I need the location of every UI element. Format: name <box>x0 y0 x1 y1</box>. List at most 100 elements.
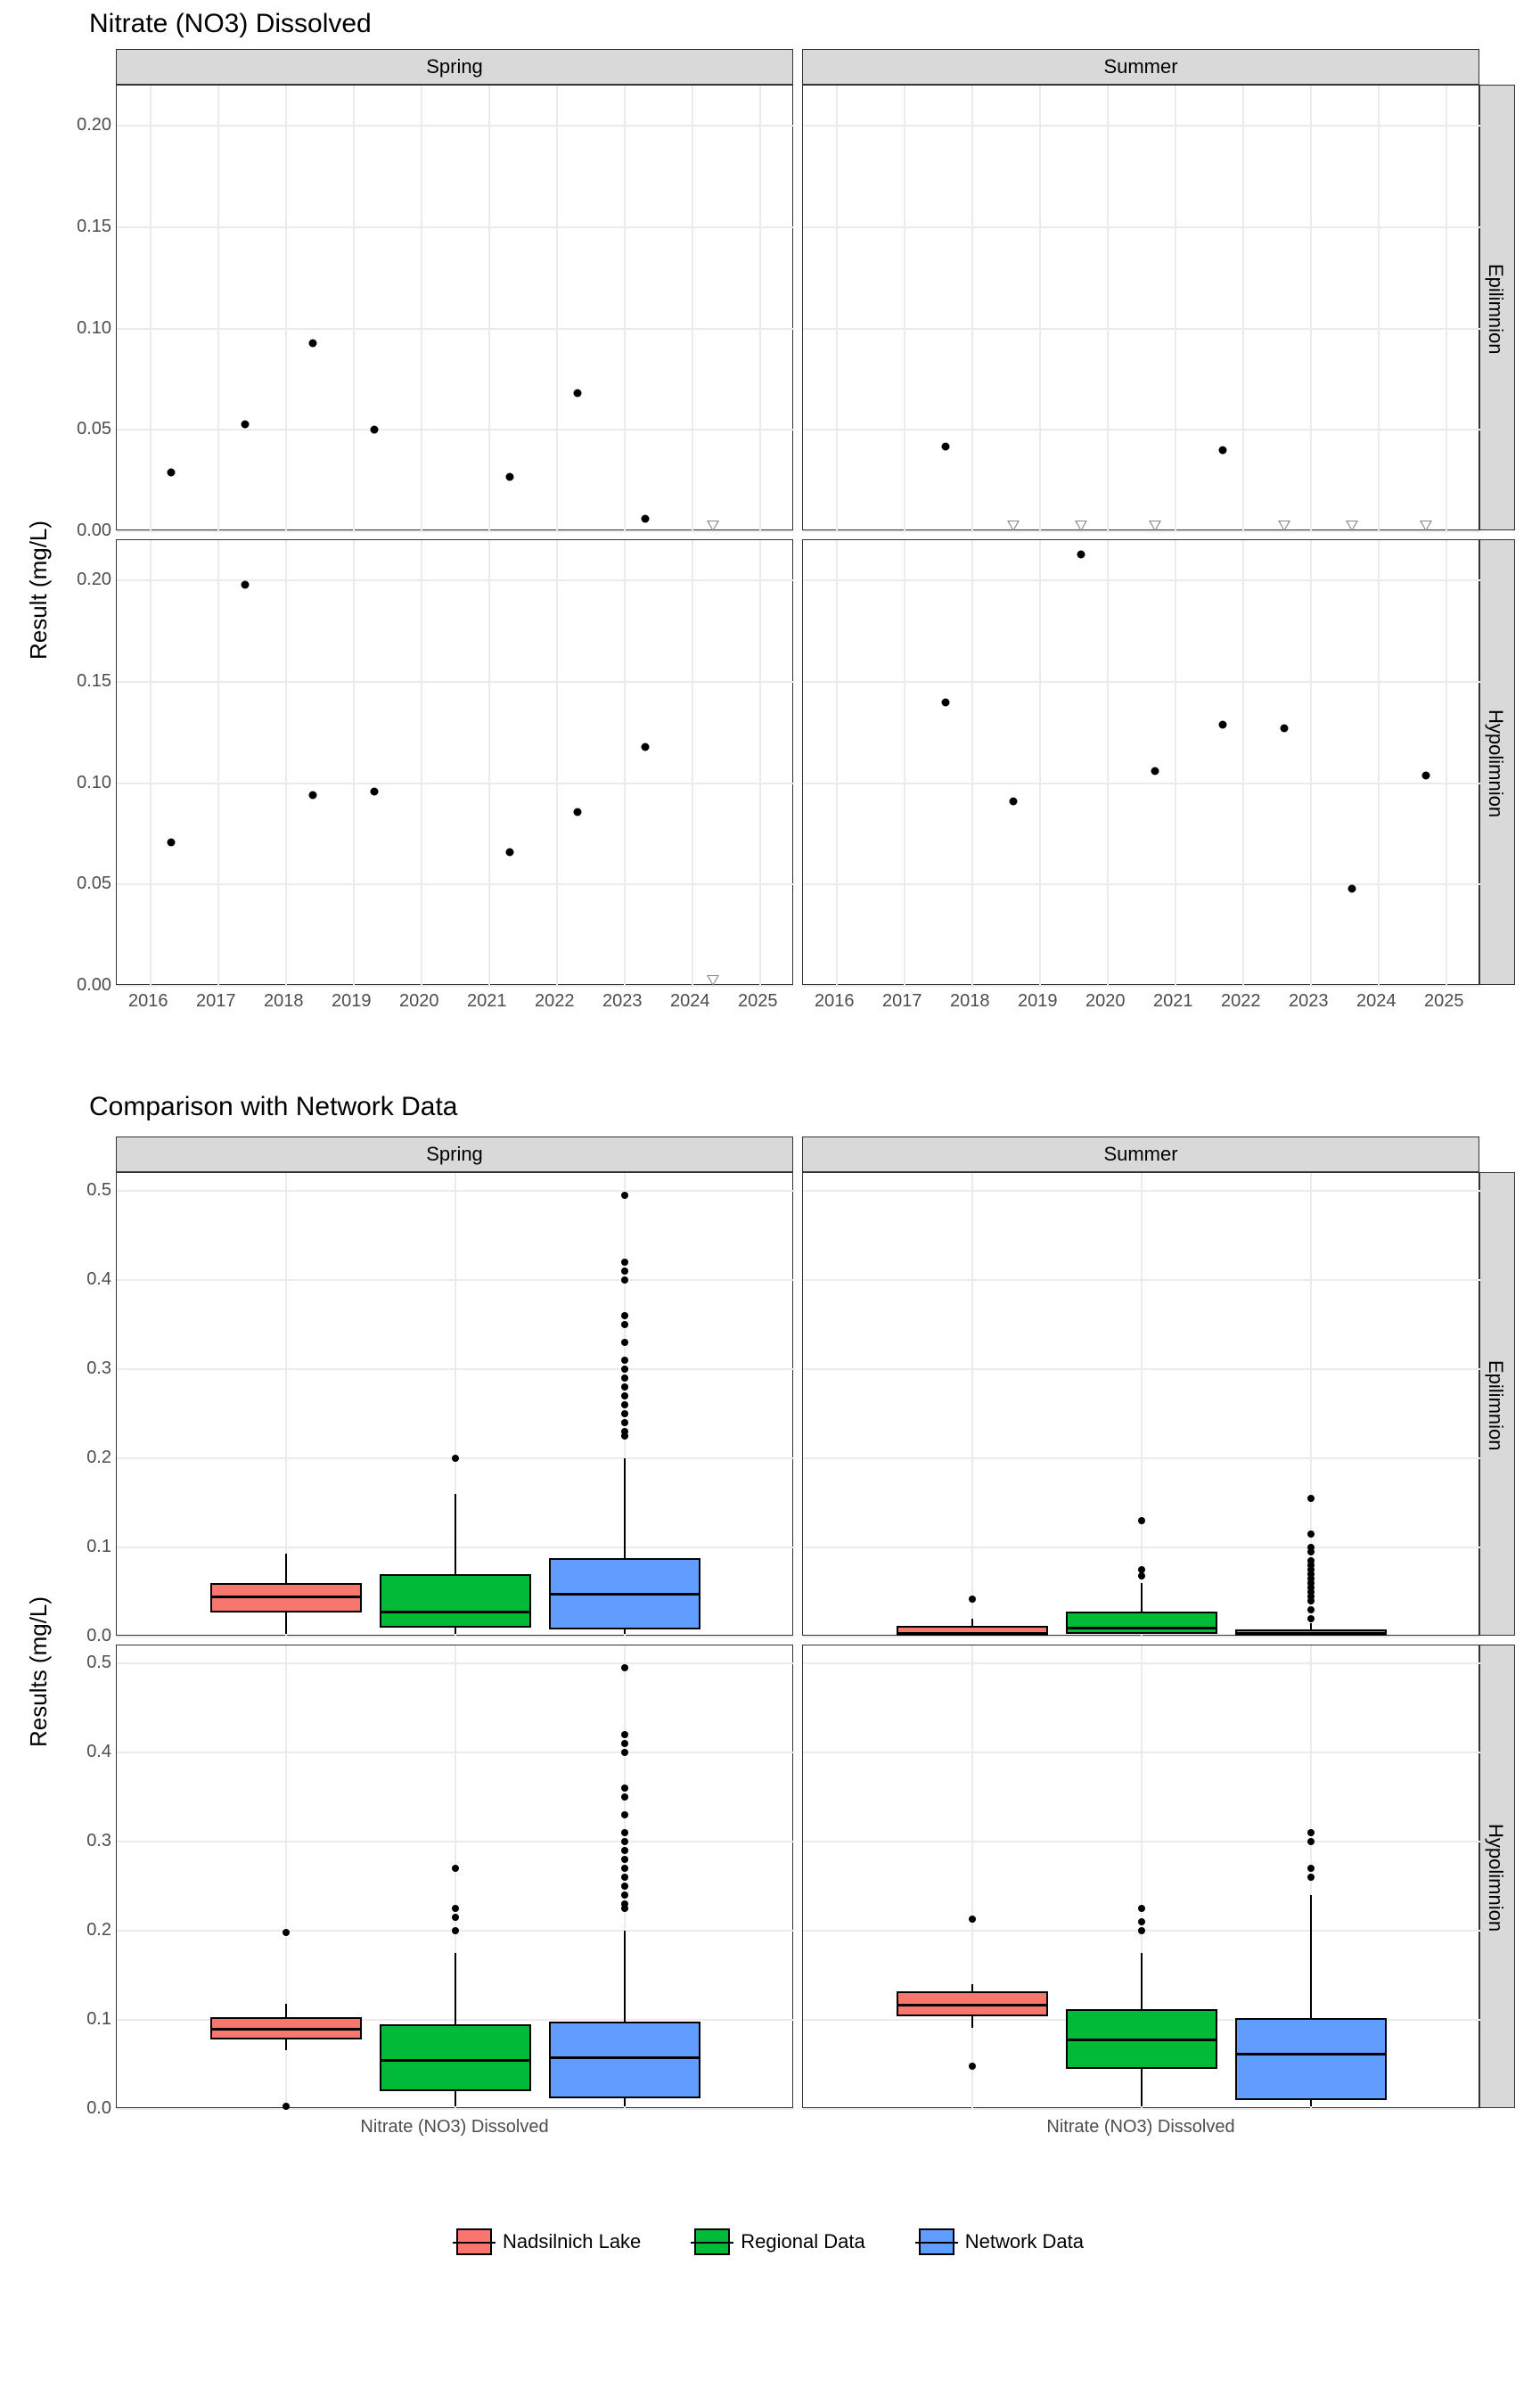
panel-spring-hypo <box>116 539 793 985</box>
x-tick: 2024 <box>670 991 710 1012</box>
data-point <box>505 472 513 480</box>
data-point <box>167 469 175 477</box>
y-tick: 0.05 <box>45 419 111 439</box>
outlier <box>969 1596 976 1603</box>
outlier <box>969 1916 976 1923</box>
outlier <box>1307 1829 1315 1836</box>
data-point <box>1219 720 1227 728</box>
legend-item-network: Network Data <box>919 2228 1084 2255</box>
y-tick: 0.3 <box>62 1358 111 1379</box>
y-tick: 0.3 <box>62 1831 111 1851</box>
box-regional-data <box>1066 1612 1217 1634</box>
outlier <box>621 1749 628 1756</box>
outlier <box>1307 1615 1315 1622</box>
outlier <box>621 1383 628 1391</box>
outlier <box>452 1455 459 1462</box>
outlier <box>1307 1874 1315 1881</box>
outlier <box>1138 1566 1145 1573</box>
outlier <box>621 1740 628 1747</box>
data-point <box>1077 550 1085 558</box>
outlier <box>621 1392 628 1399</box>
x-tick: 2018 <box>264 991 304 1012</box>
data-point <box>242 420 250 428</box>
panel-summer-hypo <box>802 539 1479 985</box>
strip-col-spring-1: Spring <box>116 49 793 85</box>
below-mdl-point <box>1278 521 1290 531</box>
y-tick: 0.10 <box>45 773 111 793</box>
data-point <box>641 743 649 751</box>
outlier <box>621 1891 628 1899</box>
outlier <box>621 1811 628 1818</box>
outlier <box>1138 1927 1145 1934</box>
outlier <box>621 1838 628 1845</box>
panel2-spring-hypo <box>116 1645 793 2108</box>
strip-col-spring-2: Spring <box>116 1136 793 1172</box>
y-tick: 0.5 <box>62 1180 111 1201</box>
y-tick: 0.1 <box>62 2009 111 2030</box>
outlier <box>621 1357 628 1364</box>
outlier <box>621 1664 628 1671</box>
outlier <box>621 1883 628 1890</box>
box-regional-data <box>380 1574 531 1628</box>
outlier <box>1138 1918 1145 1925</box>
x-tick: 2020 <box>1085 991 1126 1012</box>
outlier <box>452 1914 459 1921</box>
outlier <box>283 2103 290 2110</box>
panel2-summer-epi <box>802 1172 1479 1636</box>
below-mdl-point <box>1007 521 1020 531</box>
panel-summer-epi <box>802 85 1479 530</box>
panel-spring-epi <box>116 85 793 530</box>
x-tick: 2019 <box>332 991 372 1012</box>
data-point <box>941 442 949 450</box>
x-tick: 2022 <box>1221 991 1261 1012</box>
outlier <box>969 2063 976 2070</box>
y-tick: 0.00 <box>45 975 111 996</box>
outlier <box>621 1900 628 1908</box>
outlier <box>621 1259 628 1266</box>
data-point <box>1219 447 1227 455</box>
data-point <box>641 515 649 523</box>
strip-row-epi-2: Epilimnion <box>1479 1172 1515 1636</box>
x-tick: 2016 <box>128 991 168 1012</box>
data-point <box>309 792 317 800</box>
below-mdl-point <box>707 521 719 531</box>
outlier <box>621 1865 628 1872</box>
outlier <box>621 1276 628 1284</box>
chart2-title: Comparison with Network Data <box>89 1092 457 1122</box>
y-tick: 0.15 <box>45 217 111 237</box>
y-tick: 0.20 <box>45 570 111 590</box>
outlier <box>621 1856 628 1863</box>
chart2-ylabel: Results (mg/L) <box>25 1596 53 1747</box>
strip-col-summer-2: Summer <box>802 1136 1479 1172</box>
outlier <box>621 1321 628 1328</box>
y-tick: 0.05 <box>45 874 111 894</box>
x-tick: 2022 <box>535 991 575 1012</box>
y-tick: 0.1 <box>62 1537 111 1557</box>
legend: Nadsilnich Lake Regional Data Network Da… <box>0 2228 1540 2255</box>
outlier <box>1138 1905 1145 1912</box>
outlier <box>1138 1572 1145 1580</box>
outlier <box>1307 1606 1315 1613</box>
outlier <box>452 1865 459 1872</box>
x-tick: 2021 <box>1153 991 1193 1012</box>
legend-item-regional: Regional Data <box>694 2228 864 2255</box>
data-point <box>941 698 949 706</box>
data-point <box>309 339 317 347</box>
x-tick: 2017 <box>196 991 236 1012</box>
strip-row-epi-1: Epilimnion <box>1479 85 1515 530</box>
outlier <box>621 1366 628 1373</box>
outlier <box>1138 1517 1145 1524</box>
data-point <box>1422 771 1430 779</box>
x-tick: 2025 <box>1424 991 1464 1012</box>
x-tick: 2018 <box>950 991 990 1012</box>
data-point <box>370 787 378 795</box>
legend-item-nadsilnich: Nadsilnich Lake <box>456 2228 641 2255</box>
below-mdl-point <box>1420 521 1432 531</box>
y-tick: 0.0 <box>62 1626 111 1646</box>
outlier <box>621 1874 628 1881</box>
x-tick: 2024 <box>1356 991 1397 1012</box>
outlier <box>1307 1557 1315 1564</box>
xcat-summer: Nitrate (NO3) Dissolved <box>1046 2117 1234 2138</box>
outlier <box>1307 1838 1315 1845</box>
strip-col-summer-1: Summer <box>802 49 1479 85</box>
